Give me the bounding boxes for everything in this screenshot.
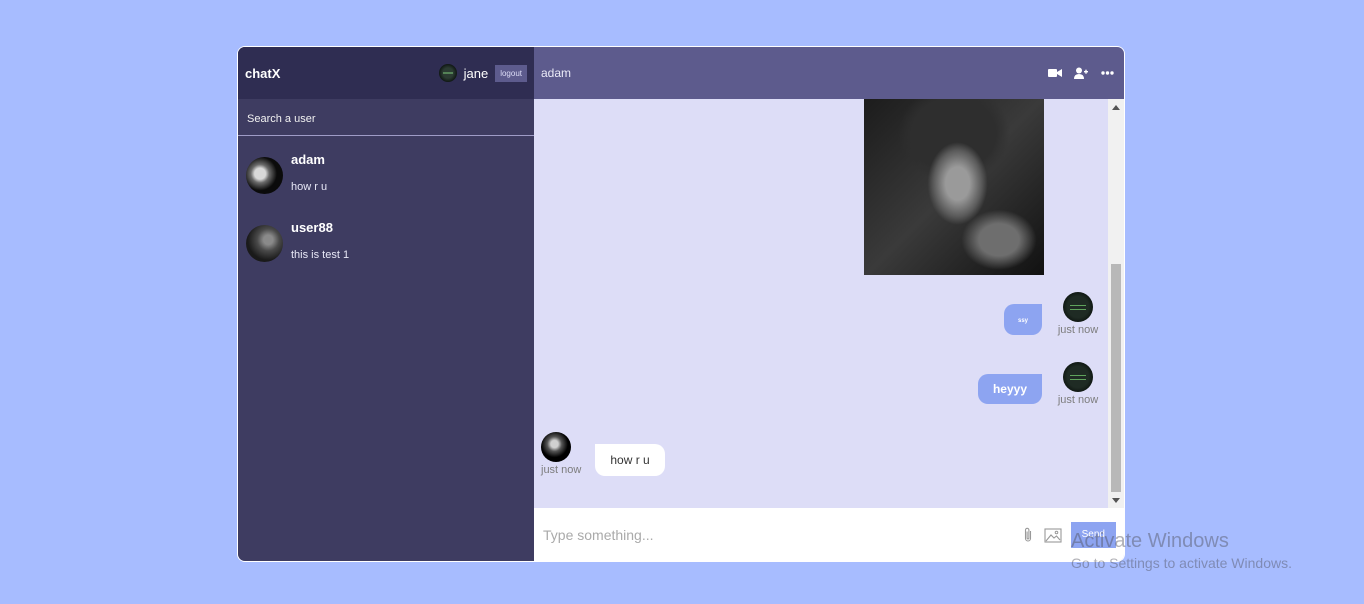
- sidebar-navbar: chatX jane logout: [238, 47, 534, 99]
- avatar: [246, 225, 283, 262]
- message-time: just now: [1057, 324, 1099, 336]
- chat-item-adam[interactable]: adam how r u: [238, 142, 534, 210]
- logout-button[interactable]: logout: [495, 64, 527, 82]
- chat-last-message: how r u: [291, 181, 328, 193]
- avatar: [246, 157, 283, 194]
- message-scrollbar[interactable]: [1108, 99, 1124, 509]
- image-icon[interactable]: [1043, 526, 1063, 544]
- current-user-name: jane: [463, 65, 489, 81]
- scroll-up-arrow-icon[interactable]: [1112, 105, 1120, 110]
- message-meta: just now: [1056, 292, 1100, 336]
- chat-last-message: this is test 1: [291, 249, 350, 261]
- message-own: heyyy just now: [977, 362, 1100, 406]
- chat-app: chatX jane logout adam how r u user88: [237, 46, 1125, 562]
- chat-name: adam: [291, 152, 325, 167]
- avatar: [1063, 362, 1093, 392]
- chat-info: adam how r u: [291, 150, 327, 193]
- current-user-avatar: [438, 64, 457, 82]
- message-other: just now how r u: [541, 432, 665, 476]
- chat-title: adam: [541, 66, 572, 80]
- chat-panel: adam ssy just now heyyy just now just no…: [534, 47, 1124, 561]
- scroll-down-arrow-icon[interactable]: [1112, 498, 1120, 503]
- logo: chatX: [245, 65, 281, 81]
- send-button[interactable]: Send: [1070, 521, 1116, 548]
- message-own: ssy just now: [1003, 292, 1100, 336]
- message-meta: just now: [1056, 362, 1100, 406]
- avatar: [1063, 292, 1093, 322]
- message-bubble: ssy: [1003, 304, 1042, 335]
- message-image[interactable]: [864, 99, 1044, 275]
- message-list: ssy just now heyyy just now just now how…: [534, 99, 1108, 509]
- video-camera-icon[interactable]: [1048, 66, 1062, 80]
- chat-name: user88: [291, 220, 333, 235]
- message-meta: just now: [541, 432, 581, 476]
- send-area: Send: [1021, 521, 1116, 548]
- current-user: jane logout: [438, 64, 527, 82]
- chat-actions: [1048, 66, 1114, 80]
- message-time: just now: [541, 464, 582, 476]
- message-input[interactable]: [543, 526, 1021, 543]
- avatar: [541, 432, 571, 462]
- add-user-icon[interactable]: [1074, 66, 1088, 80]
- message-bubble: heyyy: [977, 374, 1042, 404]
- sidebar: chatX jane logout adam how r u user88: [238, 47, 534, 561]
- message-time: just now: [1057, 394, 1099, 406]
- chat-item-user88[interactable]: user88 this is test 1: [238, 210, 534, 278]
- message-bubble: how r u: [595, 444, 665, 476]
- search-input[interactable]: [247, 113, 525, 125]
- chat-header: adam: [534, 47, 1124, 99]
- chat-info: user88 this is test 1: [291, 218, 349, 261]
- more-icon[interactable]: [1100, 66, 1114, 80]
- scroll-thumb[interactable]: [1111, 264, 1121, 492]
- message-input-bar: Send: [534, 508, 1124, 561]
- chat-list: adam how r u user88 this is test 1: [238, 136, 534, 278]
- attach-icon[interactable]: [1021, 527, 1035, 542]
- search: [238, 99, 534, 136]
